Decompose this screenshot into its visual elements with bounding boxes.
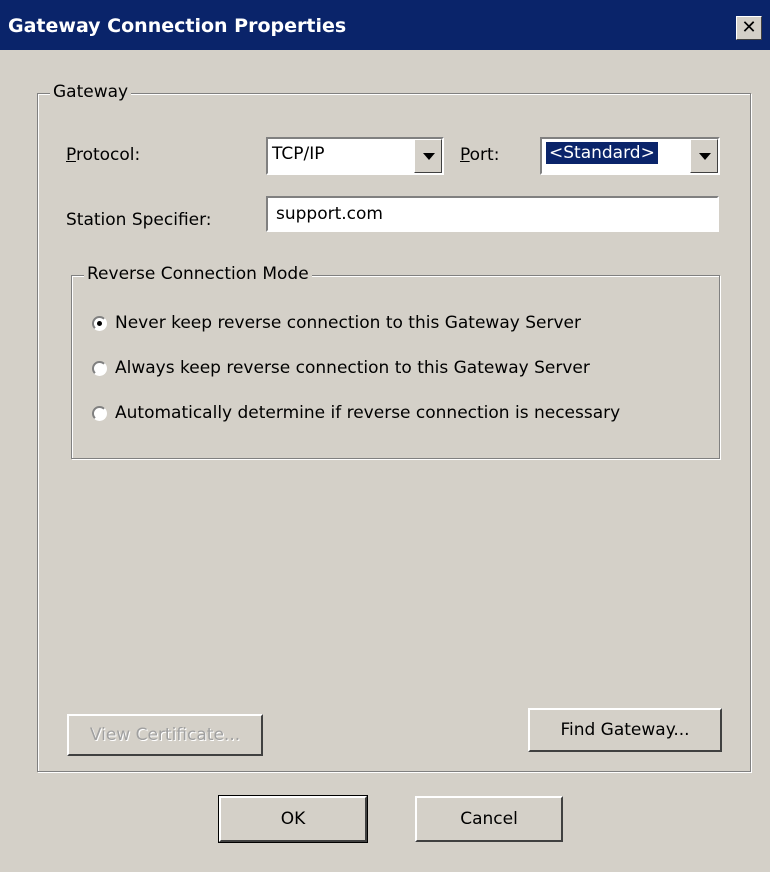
port-select[interactable]: <Standard> — [540, 137, 720, 175]
station-specifier-label: Station Specifier: — [66, 210, 212, 230]
cancel-button[interactable]: Cancel — [415, 796, 563, 842]
radio-auto-determine-label: Automatically determine if reverse conne… — [115, 403, 621, 423]
protocol-dropdown-arrow-icon[interactable] — [414, 139, 442, 173]
radio-always-keep-label: Always keep reverse connection to this G… — [115, 358, 590, 378]
protocol-value: TCP/IP — [272, 144, 325, 164]
protocol-select[interactable]: TCP/IP — [266, 137, 444, 175]
port-dropdown-arrow-icon[interactable] — [690, 139, 718, 173]
port-value: <Standard> — [545, 141, 659, 165]
title-bar: Gateway Connection Properties ✕ — [0, 0, 770, 50]
station-specifier-input[interactable] — [266, 196, 719, 232]
radio-never-keep[interactable]: Never keep reverse connection to this Ga… — [92, 310, 581, 336]
radio-button[interactable] — [92, 360, 107, 376]
radio-always-keep[interactable]: Always keep reverse connection to this G… — [92, 355, 590, 381]
reverse-connection-legend: Reverse Connection Mode — [84, 264, 312, 284]
view-certificate-button: View Certificate... — [67, 714, 263, 756]
close-icon: ✕ — [741, 17, 757, 38]
gateway-group-legend: Gateway — [50, 82, 132, 102]
radio-never-keep-label: Never keep reverse connection to this Ga… — [115, 313, 581, 333]
find-gateway-button[interactable]: Find Gateway... — [528, 708, 722, 752]
window-title: Gateway Connection Properties — [8, 15, 347, 37]
radio-auto-determine[interactable]: Automatically determine if reverse conne… — [92, 400, 620, 426]
protocol-label: Protocol: — [66, 145, 141, 165]
ok-button[interactable]: OK — [218, 795, 368, 843]
radio-button[interactable] — [92, 315, 107, 331]
close-button[interactable]: ✕ — [736, 16, 762, 40]
radio-button[interactable] — [92, 405, 107, 421]
port-label: Port: — [460, 145, 500, 165]
